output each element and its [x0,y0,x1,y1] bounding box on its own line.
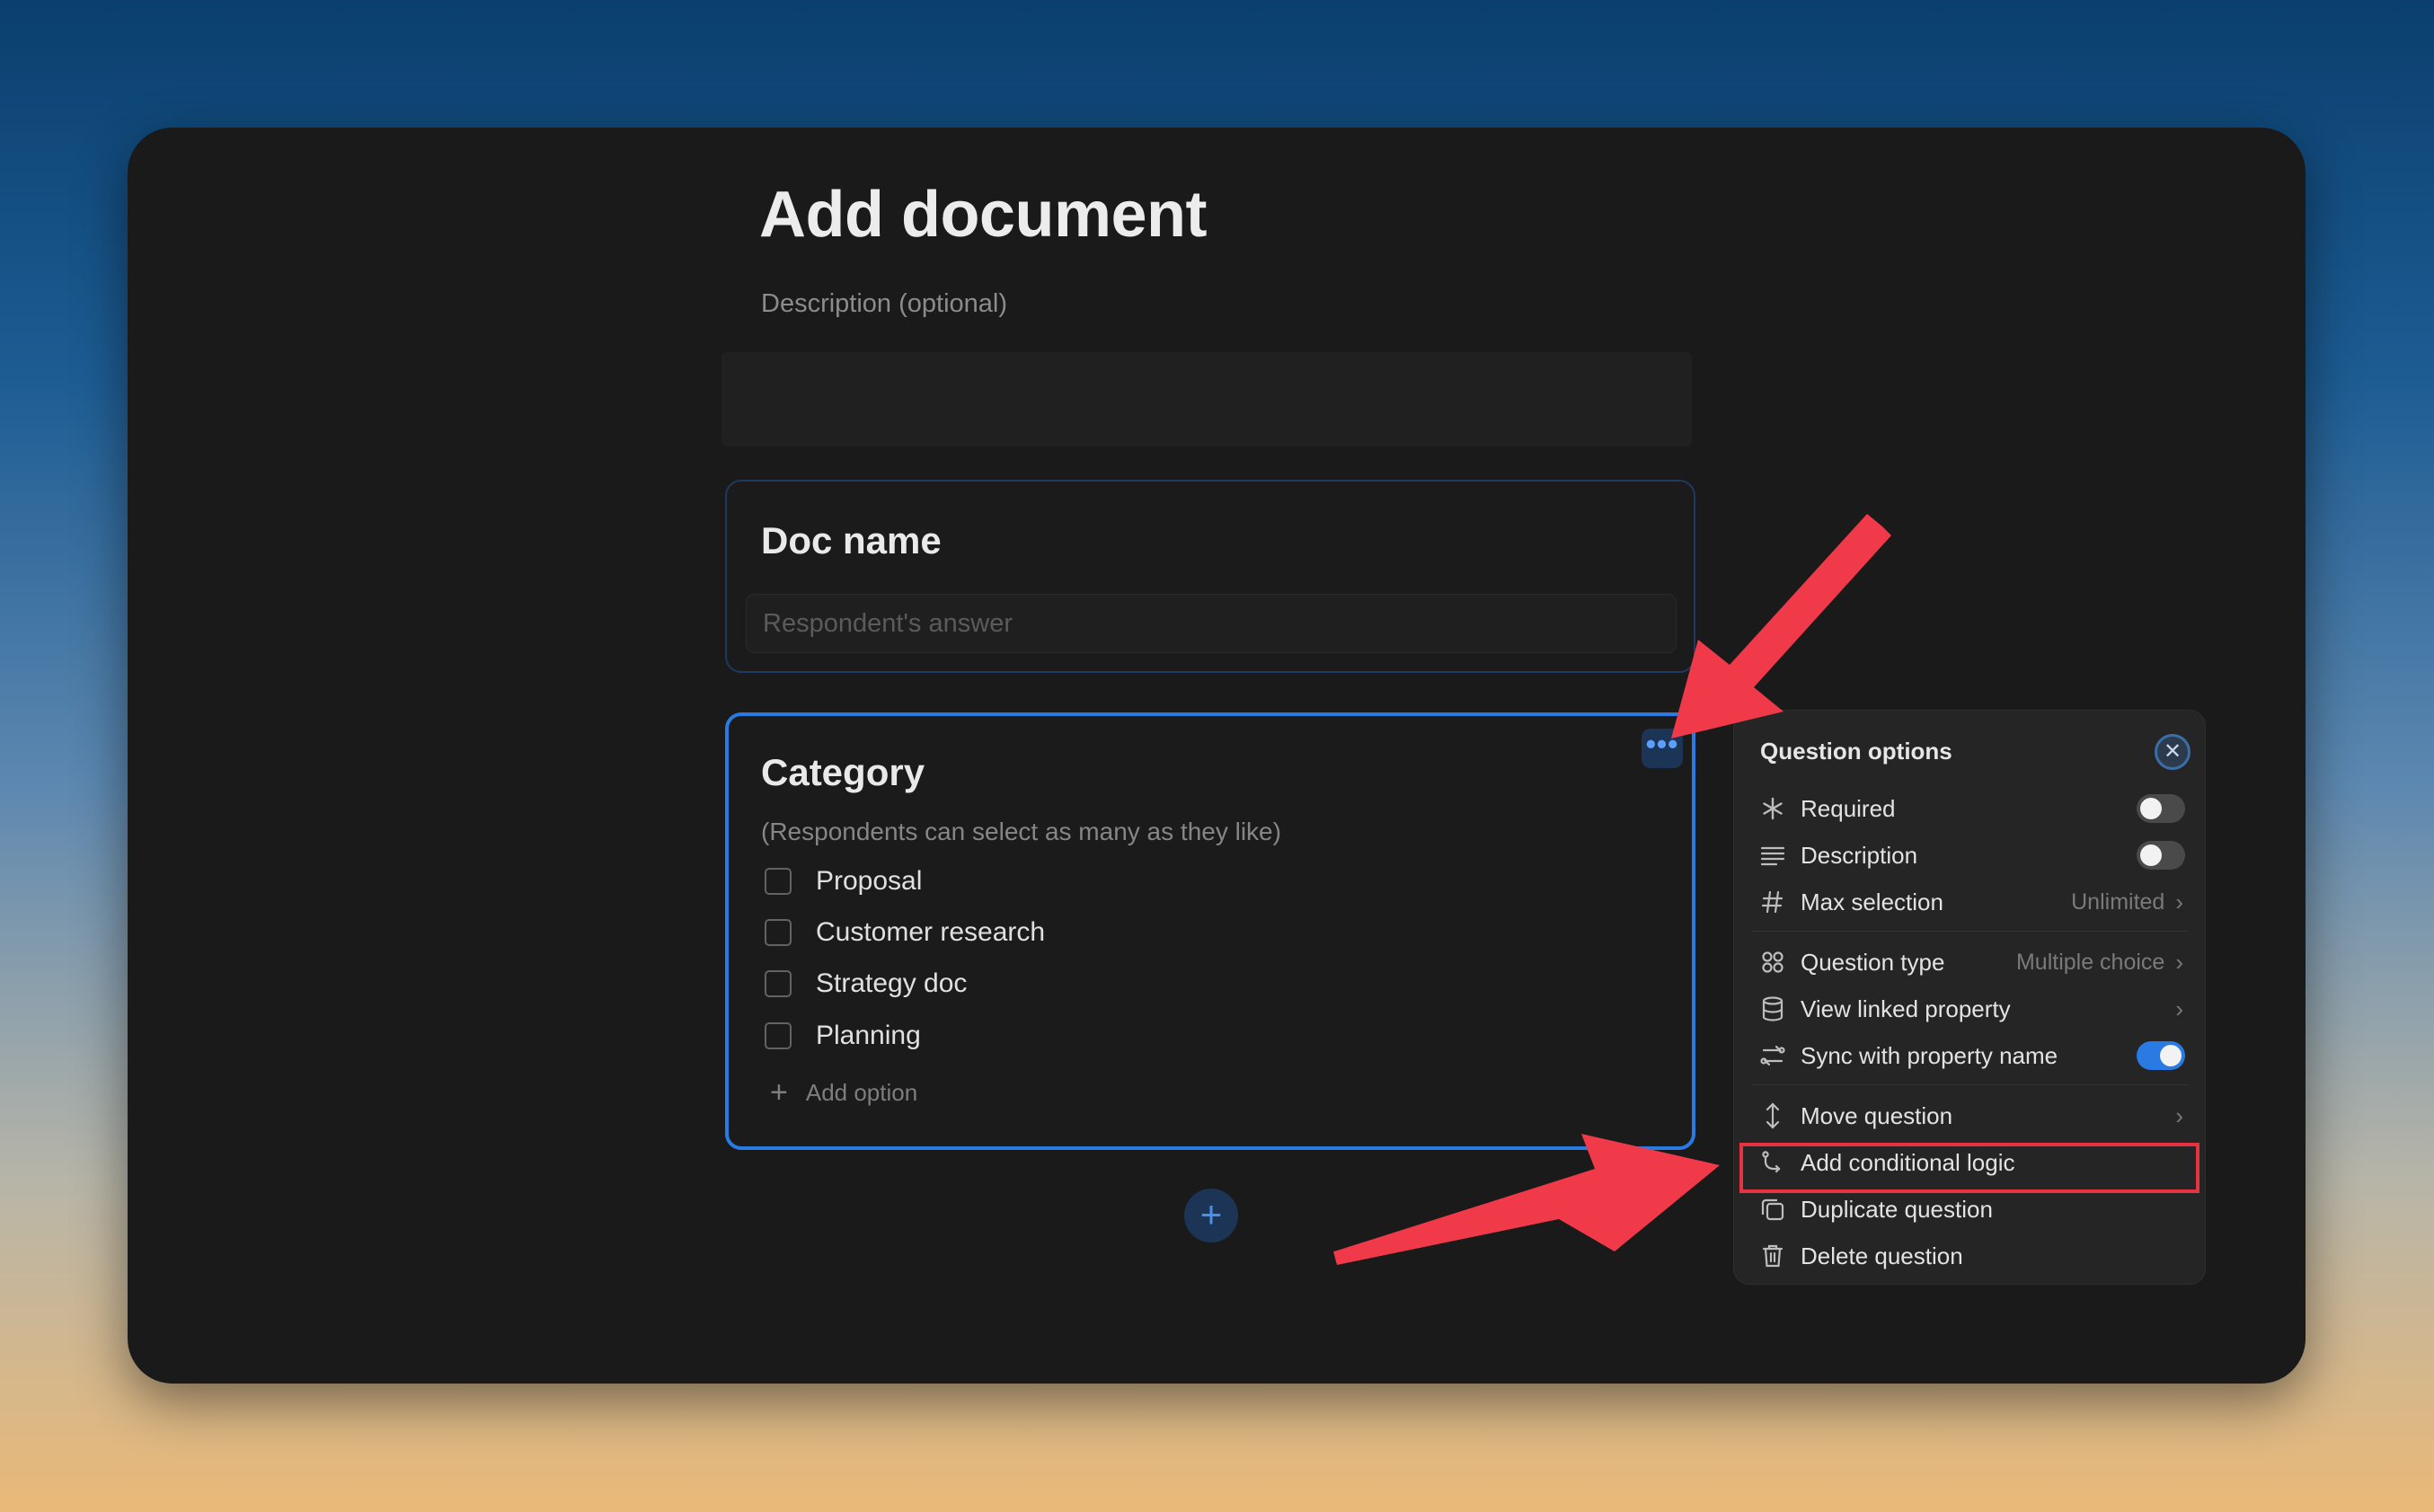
annotation-arrows [1333,514,1891,1265]
arrow-to-more-options [1671,514,1891,738]
arrow-to-conditional-logic [1333,1134,1720,1265]
